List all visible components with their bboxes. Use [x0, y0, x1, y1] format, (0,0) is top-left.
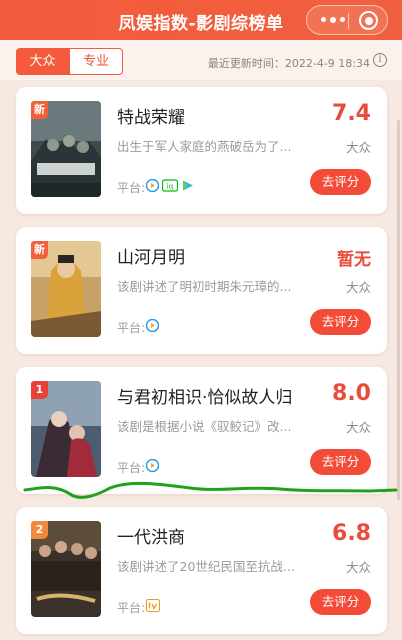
svg-text:iq: iq — [167, 183, 173, 191]
title-bar: 凤娱指数-影剧综榜单 — [0, 0, 402, 40]
rank-badge: 2 — [31, 521, 48, 539]
show-description: 出生于军人家庭的燕破岳为了... — [117, 139, 292, 154]
youku-icon — [183, 180, 193, 191]
score-value: 暂无 — [337, 250, 371, 270]
show-description: 该剧讲述了20世纪民国至抗战... — [117, 559, 295, 574]
new-badge: 新 — [31, 101, 48, 119]
tab-bar: 大众 专业 最近更新时间：2022-4-9 18:34 i — [0, 40, 402, 80]
rate-button[interactable]: 去评分 — [310, 309, 371, 335]
mini-program-capsule — [306, 5, 388, 35]
show-title[interactable]: 山河月明 — [117, 243, 185, 268]
ranking-page: 凤娱指数-影剧综榜单 大众 专业 最近更新时间：2022-4-9 18:34 i — [0, 0, 402, 640]
tab-public[interactable]: 大众 — [16, 48, 69, 75]
scrollbar[interactable] — [397, 120, 400, 500]
platform-label: 平台: — [117, 321, 146, 335]
list-item-2[interactable]: 新 山河月明 该剧讲述了明初时期朱元璋的... 平台: 暂无 大众 去评分 — [16, 227, 387, 354]
close-icon[interactable] — [359, 11, 378, 30]
platform-label: 平台: — [117, 181, 146, 195]
platform-label: 平台: — [117, 601, 146, 615]
score-type: 大众 — [345, 420, 371, 435]
tab-professional[interactable]: 专业 — [69, 48, 123, 75]
tencent-video-icon — [146, 179, 159, 192]
show-description: 该剧讲述了明初时期朱元璋的... — [117, 279, 292, 294]
capsule-divider — [348, 13, 349, 29]
score-type: 大众 — [345, 140, 371, 155]
show-title[interactable]: 与君初相识·恰似故人归 — [117, 383, 292, 408]
more-icon[interactable] — [321, 16, 345, 23]
mango-tv-icon — [146, 599, 160, 612]
score-value: 7.4 — [332, 101, 371, 126]
show-title[interactable]: 一代洪商 — [117, 523, 185, 548]
new-badge: 新 — [31, 241, 48, 259]
list-item-3[interactable]: 1 与君初相识·恰似故人归 该剧是根据小说《驭鲛记》改... 平台: 8.0 大… — [16, 367, 387, 494]
tencent-video-icon — [146, 459, 159, 472]
show-description: 该剧是根据小说《驭鲛记》改... — [117, 419, 292, 434]
last-updated-text: 最近更新时间：2022-4-9 18:34 — [207, 57, 370, 70]
platform-label: 平台: — [117, 461, 146, 475]
rank-badge: 1 — [31, 381, 48, 399]
score-type: 大众 — [345, 280, 371, 295]
tencent-video-icon — [146, 319, 159, 332]
iqiyi-icon: iq — [162, 179, 178, 192]
rate-button[interactable]: 去评分 — [310, 169, 371, 195]
rate-button[interactable]: 去评分 — [310, 449, 371, 475]
rate-button[interactable]: 去评分 — [310, 589, 371, 615]
score-type: 大众 — [345, 560, 371, 575]
info-icon[interactable]: i — [373, 53, 387, 67]
show-title[interactable]: 特战荣耀 — [117, 103, 185, 128]
list-item-4[interactable]: 2 一代洪商 该剧讲述了20世纪民国至抗战... 平台: 6.8 大众 去评分 — [16, 507, 387, 634]
list-item-1[interactable]: 新 特战荣耀 出生于军人家庭的燕破岳为了... 平台: iq 7.4 大众 去评… — [16, 87, 387, 214]
score-value: 6.8 — [332, 521, 371, 546]
score-value: 8.0 — [332, 381, 371, 406]
